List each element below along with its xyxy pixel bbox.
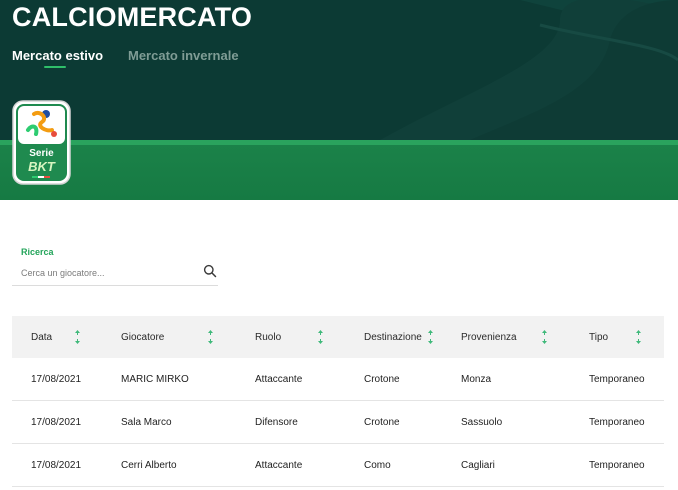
cell-giocatore: Sala Marco [121, 417, 172, 428]
active-tab-indicator [44, 66, 66, 68]
sort-arrows-icon[interactable] [317, 329, 324, 345]
column-header-tipo[interactable]: Tipo [589, 316, 608, 358]
cell-data: 17/08/2021 [31, 460, 82, 471]
logo-bkt-text: BKT [28, 159, 56, 174]
page-title: CALCIOMERCATO [12, 2, 253, 32]
tab-mercato-estivo[interactable]: Mercato estivo [12, 48, 103, 63]
table-row: 17/08/2021 Sala Marco Difensore Crotone … [12, 401, 664, 444]
cell-ruolo: Attaccante [255, 374, 303, 385]
cell-provenienza: Monza [461, 374, 492, 385]
sort-arrows-icon[interactable] [635, 329, 642, 345]
serie-bkt-logo: Serie BKT [12, 100, 71, 185]
search-input[interactable] [12, 260, 218, 286]
table-row: 17/08/2021 MARIC MIRKO Attaccante Croton… [12, 358, 664, 401]
cell-destinazione: Como [364, 460, 391, 471]
column-header-ruolo[interactable]: Ruolo [255, 316, 281, 358]
sort-arrows-icon[interactable] [207, 329, 214, 345]
search-icon[interactable] [203, 264, 217, 278]
column-header-giocatore[interactable]: Giocatore [121, 316, 164, 358]
cell-tipo: Temporaneo [589, 460, 645, 471]
search-label: Ricerca [21, 247, 54, 257]
cell-data: 17/08/2021 [31, 417, 82, 428]
header-banner: CALCIOMERCATO Mercato estivo Mercato inv… [0, 0, 678, 140]
cell-provenienza: Sassuolo [461, 417, 503, 428]
cell-provenienza: Cagliari [461, 460, 495, 471]
cell-data: 17/08/2021 [31, 374, 82, 385]
table-header: Data Giocatore Ruolo Destinazione Proven… [12, 316, 664, 358]
logo-serie-text: Serie [29, 148, 54, 159]
cell-giocatore: MARIC MIRKO [121, 374, 189, 385]
green-stripe-highlight [0, 140, 678, 145]
table-row: 17/08/2021 Cerri Alberto Attaccante Como… [12, 444, 664, 487]
sort-arrows-icon[interactable] [74, 329, 81, 345]
cell-tipo: Temporaneo [589, 374, 645, 385]
transfers-table: Data Giocatore Ruolo Destinazione Proven… [12, 316, 664, 487]
cell-destinazione: Crotone [364, 417, 400, 428]
cell-ruolo: Difensore [255, 417, 298, 428]
sort-arrows-icon[interactable] [427, 329, 434, 345]
tab-mercato-invernale[interactable]: Mercato invernale [128, 48, 239, 63]
sort-arrows-icon[interactable] [541, 329, 548, 345]
cell-ruolo: Attaccante [255, 460, 303, 471]
cell-destinazione: Crotone [364, 374, 400, 385]
cell-tipo: Temporaneo [589, 417, 645, 428]
cell-giocatore: Cerri Alberto [121, 460, 177, 471]
column-header-provenienza[interactable]: Provenienza [461, 316, 517, 358]
column-header-destinazione[interactable]: Destinazione [364, 316, 422, 358]
green-stripe [0, 140, 678, 200]
column-header-data[interactable]: Data [31, 316, 52, 358]
